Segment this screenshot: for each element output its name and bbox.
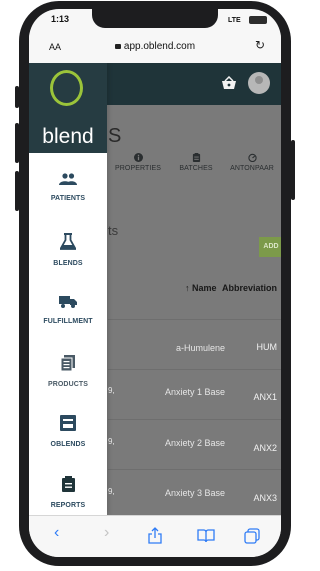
table-row[interactable]: 9, Anxiety 1 Base ANX1 [108, 386, 281, 426]
reload-icon[interactable]: ↻ [255, 38, 265, 52]
tab-antonpaar[interactable]: ANTONPAAR [223, 153, 281, 172]
row-divider [108, 419, 281, 420]
web-viewport: S PROPERTIES BATCHES ANTONPAAR ts ADD ↑ … [29, 63, 281, 515]
row-divider [108, 319, 281, 320]
products-icon [61, 355, 75, 371]
status-time: 1:13 [51, 14, 70, 24]
power-button [291, 140, 295, 200]
truck-icon [59, 296, 77, 308]
cell-abbreviation: ANX3 [253, 493, 277, 503]
logo-ring-icon [50, 70, 83, 106]
column-header-name[interactable]: ↑ Name [185, 283, 217, 293]
notch [92, 9, 218, 28]
table-row[interactable]: 9, Anxiety 3 Base ANX3 [108, 487, 281, 515]
battery-icon [249, 16, 267, 24]
cell-name: Anxiety 2 Base [164, 438, 225, 448]
cell-abbreviation: HUM [256, 342, 278, 352]
url-text: app.oblend.com [123, 41, 196, 52]
tab-bar: PROPERTIES BATCHES ANTONPAAR [107, 153, 281, 193]
cell-abbreviation: ANX2 [253, 443, 277, 453]
sidebar-item-label: BLENDS [53, 260, 83, 267]
lock-icon [114, 44, 121, 49]
cell-date: 9, [108, 487, 115, 496]
table-row[interactable]: 9, Anxiety 2 Base ANX2 [108, 437, 281, 477]
cell-date: 9, [108, 437, 115, 446]
tab-properties[interactable]: PROPERTIES [105, 153, 171, 172]
row-divider [108, 369, 281, 370]
brand-logo[interactable]: blend [29, 63, 107, 153]
status-bar: 1:13 LTE [29, 9, 281, 33]
sidebar-item-patients[interactable]: PATIENTS [29, 173, 107, 205]
sidebar-item-label: OBLENDS [50, 441, 86, 448]
flask-icon [60, 233, 76, 250]
add-button[interactable]: ADD [259, 237, 281, 257]
sidebar-item-reports[interactable]: REPORTS [29, 476, 107, 512]
tab-label: PROPERTIES [115, 165, 161, 172]
row-divider [108, 469, 281, 470]
column-header-abbreviation[interactable]: Abbreviation [222, 283, 277, 293]
tab-batches[interactable]: BATCHES [174, 153, 218, 172]
sidebar-item-oblends[interactable]: OBLENDS [29, 415, 107, 451]
sidebar-item-label: PATIENTS [50, 195, 86, 202]
tabs-icon[interactable] [244, 528, 260, 544]
info-icon [133, 153, 143, 162]
patients-icon [59, 173, 77, 185]
avatar[interactable] [248, 72, 270, 94]
basket-icon[interactable] [221, 76, 237, 90]
sidebar-item-label: FULFILLMENT [43, 318, 93, 325]
brand-name: blend [42, 125, 94, 148]
tab-label: BATCHES [179, 165, 213, 172]
section-title: ts [108, 223, 119, 238]
device-mockup: 1:13 LTE AA app.oblend.com ↻ S PROPERTIE… [0, 0, 306, 571]
phone-frame: 1:13 LTE AA app.oblend.com ↻ S PROPERTIE… [19, 1, 291, 566]
table-row[interactable]: a-Humulene HUM [108, 342, 281, 372]
phone-screen: 1:13 LTE AA app.oblend.com ↻ S PROPERTIE… [29, 9, 281, 557]
sidebar-item-fulfillment[interactable]: FULFILLMENT [29, 295, 107, 328]
forward-icon[interactable]: › [104, 524, 109, 542]
back-icon[interactable]: ‹ [54, 524, 59, 542]
sidebar-item-blends[interactable]: BLENDS [29, 233, 107, 270]
browser-toolbar: ‹ › [29, 515, 281, 557]
sidebar-item-products[interactable]: PRODUCTS [29, 355, 107, 391]
cell-name: Anxiety 1 Base [164, 387, 225, 397]
cell-name: Anxiety 3 Base [164, 488, 225, 498]
share-icon[interactable] [148, 527, 162, 544]
cell-abbreviation: ANX1 [253, 392, 277, 402]
bookmarks-icon[interactable] [197, 529, 215, 543]
browser-url-bar: AA app.oblend.com ↻ [29, 33, 281, 63]
cell-date: 9, [108, 386, 115, 395]
page-title: S [108, 125, 122, 147]
sidebar-item-label: REPORTS [50, 502, 86, 509]
clipboard-icon [192, 153, 200, 162]
reports-icon [61, 476, 75, 492]
address-field[interactable]: app.oblend.com [29, 41, 281, 52]
cell-name: a-Humulene [175, 343, 225, 353]
oblends-icon [60, 415, 76, 431]
sidebar-item-label: PRODUCTS [47, 381, 89, 388]
gauge-icon [247, 153, 257, 162]
signal-indicator: LTE [228, 17, 241, 24]
sidebar: blend PATIENTS BLENDS FULFILLMENT PRODUC… [29, 63, 107, 515]
tab-label: ANTONPAAR [230, 165, 274, 172]
